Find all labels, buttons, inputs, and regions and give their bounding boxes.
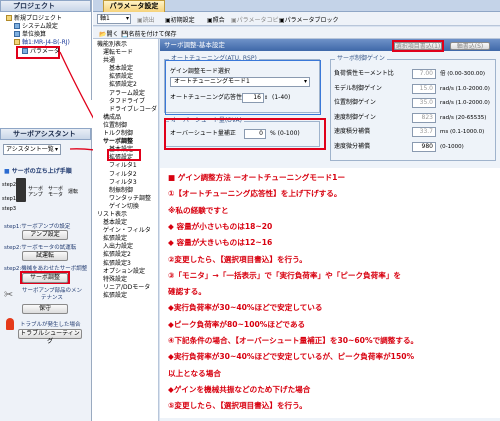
param-tree-item[interactable]: アラーム設定 xyxy=(97,90,157,98)
param-tree-item[interactable]: ドライブレコーダ xyxy=(97,106,157,114)
annotation-line: ※私の経験ですと xyxy=(168,205,229,215)
param-block-button[interactable]: ▣パラメータブロック xyxy=(279,15,339,24)
gain-row-label: 速度制御ゲイン xyxy=(334,113,376,121)
verify-button[interactable]: ▣照合 xyxy=(207,15,225,24)
gain-row-label: 位置制御ゲイン xyxy=(334,99,376,106)
param-tree-item[interactable]: 運転モード xyxy=(97,49,157,57)
gain-mode-select[interactable]: オートチューニングモード1 ▾ xyxy=(170,77,310,87)
param-tree-item[interactable]: 基本設定 xyxy=(97,219,157,227)
response-label: オートチューニング応答性 xyxy=(170,94,243,101)
axis-write-button[interactable]: 軸書込(S) xyxy=(450,42,490,50)
gain-row-unit: (0-1000) xyxy=(440,143,464,150)
init-button[interactable]: ▣初期設定 xyxy=(165,15,195,24)
param-tree-list: 機能別表示 運転モード 共通 基本設定 拡張設定 拡張設定2 アラーム設定 タフドライブ ドライ… xyxy=(97,41,157,300)
highlight-servo-tuning xyxy=(107,149,141,161)
save-as-button[interactable]: 💾名前を付けて保存 xyxy=(121,29,177,38)
annotation-line: ◆ピーク負荷率が80~100%ほどである xyxy=(168,319,306,329)
gain-row-input[interactable]: 35.0 xyxy=(412,98,436,108)
annotation-line: ②変更したら、【選択項目書込】を行う。 xyxy=(168,254,307,264)
param-tree-item[interactable]: 拡張設定2 xyxy=(97,81,157,89)
annotation-line: ⑤変更したら、【選択項目書込】を行う。 xyxy=(168,401,307,411)
toolbar: 軸1 ▾ ▣読出 ▣初期設定 ▣照合 ▣パラメータコピー ▣パラメータブロック xyxy=(93,12,500,26)
gain-row-input[interactable]: 15.0 xyxy=(412,83,436,94)
gain-row-input[interactable]: 823 xyxy=(412,112,436,123)
read-button[interactable]: ▣読出 xyxy=(137,15,155,24)
annotation-line: ①【オートチューニング応答性】を上げ下げする。 xyxy=(168,189,342,199)
annotation-line: ◆ 容量が小さいものは18~20 xyxy=(168,221,273,231)
panel-header: サーボ調整-基本設定 xyxy=(160,39,500,51)
response-input[interactable]: 16 xyxy=(242,93,264,103)
gain-row-input[interactable]: 7.00 xyxy=(412,69,436,79)
param-tree-item[interactable]: 位置制御 xyxy=(97,122,157,130)
param-tree-item[interactable]: サーボ調整 xyxy=(97,138,157,146)
param-tree-item[interactable]: 拡張設定2 xyxy=(97,251,157,259)
tab-parameter-setting[interactable]: パラメータ設定 xyxy=(103,0,165,12)
write-selected-button[interactable]: 選択項目書込(1) xyxy=(394,42,442,50)
gain-row-label: 負荷慣性モーメント比 xyxy=(334,70,394,77)
param-tree-item[interactable]: タフドライブ xyxy=(97,98,157,106)
annotation-line: ◆実行負荷率が30~40%ほどで安定している xyxy=(168,303,323,313)
param-tree-item[interactable]: フィルタ1 xyxy=(97,162,157,170)
annotation-line: ■ ゲイン調整方法 ーオートチューニングモード1ー xyxy=(168,173,346,182)
gain-row-unit: ms (0.1-1000.0) xyxy=(440,129,485,135)
annotation-line: ◆実行負荷率が30~40%ほどで安定しているが、ピーク負荷率が150% xyxy=(168,352,415,362)
param-tree-item[interactable]: フィルタ2 xyxy=(97,171,157,179)
servo-gain-group-label: サーボ制御ゲイン xyxy=(335,55,387,63)
param-tree-item[interactable]: リスト表示 xyxy=(97,211,157,219)
param-tree-item[interactable]: トルク制御 xyxy=(97,130,157,138)
tab-bar: パラメータ設定 xyxy=(93,0,500,12)
param-tree-item[interactable]: 機能別表示 xyxy=(97,41,157,49)
param-tree-item[interactable]: 制振制御 xyxy=(97,187,157,195)
gain-row-unit: rad/s (1.0-2000.0) xyxy=(440,85,490,92)
toolbar2: 📂開く 💾名前を付けて保存 xyxy=(93,27,500,39)
annotation-line: 確認する。 xyxy=(168,287,206,297)
gain-row-label: 速度微分補償 xyxy=(334,142,371,150)
gain-row-label: モデル制御ゲイン xyxy=(334,84,382,92)
param-copy-button[interactable]: ▣パラメータコピー xyxy=(231,15,285,24)
annotation-line: ◆ 容量が大きいものは12~16 xyxy=(168,238,273,248)
overshoot-input[interactable]: 0 xyxy=(244,129,266,139)
annotation-line: ③「モニタ」→「一括表示」で「実行負荷率」や「ピーク負荷率」を xyxy=(168,270,402,280)
gain-row-unit: 倍 (0.00-300.00) xyxy=(440,71,486,77)
response-spinner[interactable]: ⇕ xyxy=(264,93,268,103)
param-tree-item[interactable]: 拡張設定3 xyxy=(97,260,157,268)
param-tree-item[interactable]: 拡張設定 xyxy=(97,292,157,300)
gain-mode-label: ゲイン調整モード選択 xyxy=(170,68,230,75)
param-tree-item[interactable]: ワンタッチ調整 xyxy=(97,195,157,203)
open-button[interactable]: 📂開く xyxy=(99,29,119,38)
param-tree-item[interactable]: ゲイン切換 xyxy=(97,203,157,211)
annotation-line: ◆ゲインを機械共振などのため下げた場合 xyxy=(168,384,311,394)
annotation-line: ④下記条件の場合、【オーバーシュート量補正】を30~60%で調整する。 xyxy=(168,336,419,345)
overshoot-unit: % (0-100) xyxy=(270,130,300,137)
param-tree-item[interactable]: リニア/DDモータ xyxy=(97,284,157,292)
gain-row-unit: rad/s (20-65535) xyxy=(440,114,487,121)
chevron-down-icon: ▾ xyxy=(125,15,129,22)
gain-row-input[interactable]: 33.7 xyxy=(412,127,436,137)
param-tree-item[interactable]: オプション設定 xyxy=(97,268,157,276)
param-tree: 機能別表示 運転モード 共通 基本設定 拡張設定 拡張設定2 アラーム設定 タフドライブ ドライ… xyxy=(93,39,159,421)
param-tree-item[interactable]: 特殊設定 xyxy=(97,276,157,284)
gain-row-input[interactable]: 980 xyxy=(412,141,436,152)
param-tree-item[interactable]: フィルタ3 xyxy=(97,179,157,187)
gain-row-unit: rad/s (1.0-2000.0) xyxy=(440,100,490,106)
response-range: (1-40) xyxy=(272,94,291,101)
param-tree-item[interactable]: 構成品 xyxy=(97,114,157,122)
annotation-line: 以上となる場合 xyxy=(168,368,221,378)
overshoot-label: オーバーシュート量補正 xyxy=(170,130,236,137)
chevron-down-icon: ▾ xyxy=(303,78,307,85)
gain-row-label: 速度積分補償 xyxy=(334,128,371,135)
axis-select[interactable]: 軸1 ▾ xyxy=(97,14,131,24)
